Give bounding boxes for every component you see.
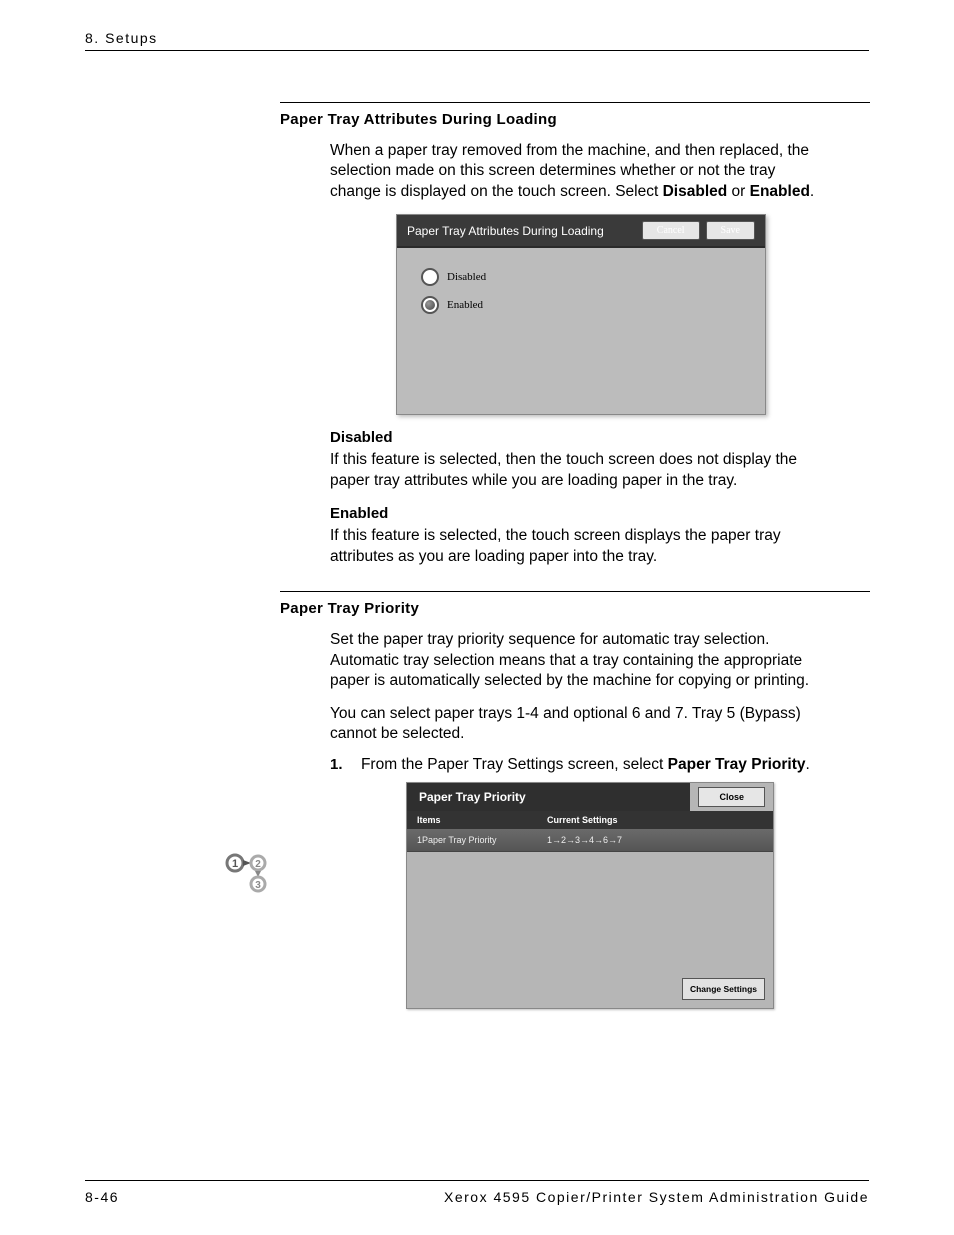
disabled-bold: Disabled (663, 183, 728, 200)
radio-label: Disabled (447, 271, 486, 283)
svg-text:2: 2 (255, 859, 261, 870)
radio-icon-selected (421, 296, 439, 314)
para-end: . (810, 183, 814, 200)
section2-paragraph1: Set the paper tray priority sequence for… (330, 630, 820, 691)
section2-heading: Paper Tray Priority (280, 600, 419, 617)
step-sequence-icon: 1 2 3 (225, 853, 269, 893)
content-area: Paper Tray Attributes During Loading Whe… (280, 90, 870, 1009)
radio-enabled[interactable]: Enabled (421, 296, 741, 314)
page-footer: 8-46 Xerox 4595 Copier/Printer System Ad… (85, 1180, 869, 1205)
radio-icon (421, 268, 439, 286)
row-value: 1→2→3→4→6→7 (537, 829, 773, 851)
chapter-label: 8. Setups (85, 30, 158, 46)
step-text-a: From the Paper Tray Settings screen, sel… (361, 756, 668, 773)
section-rule (280, 102, 870, 103)
change-settings-button[interactable]: Change Settings (682, 978, 765, 1000)
enabled-bold: Enabled (750, 183, 810, 200)
cancel-button[interactable]: Cancel (642, 221, 700, 240)
dialog-body: Disabled Enabled (397, 248, 765, 414)
dialog-titlebar: Paper Tray Attributes During Loading Can… (397, 215, 765, 248)
save-button[interactable]: Save (706, 221, 755, 240)
section1-heading: Paper Tray Attributes During Loading (280, 111, 557, 128)
step-end: . (806, 756, 810, 773)
dialog2-header: Paper Tray Priority Close (407, 783, 773, 811)
radio-disabled[interactable]: Disabled (421, 268, 741, 286)
enabled-paragraph: If this feature is selected, the touch s… (330, 526, 820, 567)
dialog-paper-tray-attributes: Paper Tray Attributes During Loading Can… (396, 214, 766, 415)
page-number: 8-46 (85, 1189, 119, 1205)
dialog2-columns: Items Current Settings (407, 811, 773, 829)
section-rule (280, 591, 870, 592)
radio-label: Enabled (447, 299, 483, 311)
dialog2-title: Paper Tray Priority (407, 783, 690, 811)
enabled-subheading: Enabled (330, 505, 870, 522)
row-item: 1Paper Tray Priority (407, 829, 537, 851)
close-button[interactable]: Close (698, 787, 765, 807)
table-row[interactable]: 1Paper Tray Priority 1→2→3→4→6→7 (407, 829, 773, 852)
panel1-screenshot: Paper Tray Attributes During Loading Can… (396, 214, 766, 415)
dialog2-footer: Change Settings (407, 972, 773, 1008)
step-1: 1. From the Paper Tray Settings screen, … (292, 756, 870, 774)
dialog2-body (407, 852, 773, 972)
dialog-title: Paper Tray Attributes During Loading (407, 224, 642, 238)
svg-text:3: 3 (255, 880, 261, 891)
dialog-paper-tray-priority: Paper Tray Priority Close Items Current … (406, 782, 774, 1009)
svg-text:1: 1 (232, 858, 238, 870)
footer-title: Xerox 4595 Copier/Printer System Adminis… (444, 1189, 869, 1205)
disabled-paragraph: If this feature is selected, then the to… (330, 450, 820, 491)
col-items: Items (407, 811, 537, 829)
col-current-settings: Current Settings (537, 811, 773, 829)
section2-paragraph2: You can select paper trays 1-4 and optio… (330, 704, 820, 745)
step-bold: Paper Tray Priority (668, 756, 806, 773)
para-mid: or (727, 183, 749, 200)
step-number: 1. (330, 756, 343, 773)
panel2-screenshot: Paper Tray Priority Close Items Current … (406, 782, 774, 1009)
disabled-subheading: Disabled (330, 429, 870, 446)
page-header: 8. Setups (85, 30, 869, 51)
section1-paragraph: When a paper tray removed from the machi… (330, 141, 820, 202)
